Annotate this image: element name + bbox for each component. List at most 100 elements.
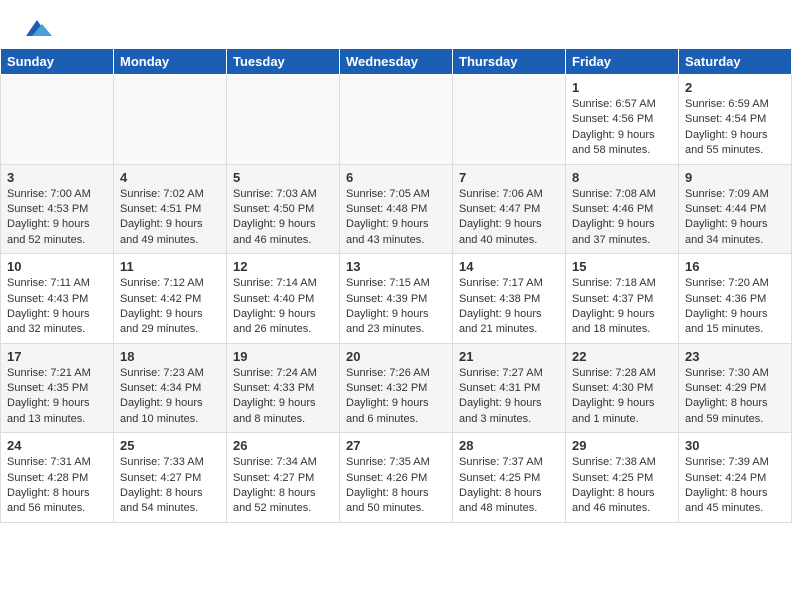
cell-week5-day0: 24Sunrise: 7:31 AM Sunset: 4:28 PM Dayli… [1, 433, 114, 523]
cell-week3-day6: 16 Sunrise: 7:20 AM Sunset: 4:36 PM Dayli… [679, 254, 792, 344]
cell-week5-day4: 28 Sunrise: 7:37 AM Sunset: 4:25 PM Dayli… [453, 433, 566, 523]
day-info: Sunrise: 7:05 AM Sunset: 4:48 PM Dayligh… [346, 188, 430, 246]
day-info: Sunrise: 7:35 AM Sunset: 4:26 PM Dayligh… [346, 456, 430, 514]
cell-week5-day6: 30 Sunrise: 7:39 AM Sunset: 4:24 PM Dayli… [679, 433, 792, 523]
day-number: 30 [685, 438, 785, 453]
day-info: Sunrise: 7:02 AM Sunset: 4:51 PM Dayligh… [120, 188, 204, 246]
day-number: 14 [459, 259, 559, 274]
day-number: 23 [685, 349, 785, 364]
week-row-3: 10 Sunrise: 7:11 AM Sunset: 4:43 PM Dayli… [1, 254, 792, 344]
cell-week3-day2: 12 Sunrise: 7:14 AM Sunset: 4:40 PM Dayli… [227, 254, 340, 344]
day-number: 27 [346, 438, 446, 453]
cell-week2-day0: 3 Sunrise: 7:00 AM Sunset: 4:53 PM Daylig… [1, 164, 114, 254]
day-info: Sunrise: 7:39 AM Sunset: 4:24 PM Dayligh… [685, 456, 769, 514]
header-sunday: Sunday [1, 49, 114, 75]
day-info: Sunrise: 7:09 AM Sunset: 4:44 PM Dayligh… [685, 188, 769, 246]
cell-week3-day4: 14 Sunrise: 7:17 AM Sunset: 4:38 PM Dayli… [453, 254, 566, 344]
day-info: Sunrise: 7:27 AM Sunset: 4:31 PM Dayligh… [459, 367, 543, 425]
day-info: Sunrise: 7:00 AM Sunset: 4:53 PM Dayligh… [7, 188, 91, 246]
day-info: Sunrise: 7:08 AM Sunset: 4:46 PM Dayligh… [572, 188, 656, 246]
calendar-header: SundayMondayTuesdayWednesdayThursdayFrid… [1, 49, 792, 75]
cell-week4-day1: 18 Sunrise: 7:23 AM Sunset: 4:34 PM Dayli… [114, 343, 227, 433]
day-info: Sunrise: 7:12 AM Sunset: 4:42 PM Dayligh… [120, 277, 204, 335]
cell-week1-day0 [1, 75, 114, 165]
day-info: Sunrise: 7:17 AM Sunset: 4:38 PM Dayligh… [459, 277, 543, 335]
day-number: 6 [346, 170, 446, 185]
cell-week1-day3 [340, 75, 453, 165]
day-info: Sunrise: 7:33 AM Sunset: 4:27 PM Dayligh… [120, 456, 204, 514]
day-info: Sunrise: 7:26 AM Sunset: 4:32 PM Dayligh… [346, 367, 430, 425]
day-info: Sunrise: 7:31 AM Sunset: 4:28 PM Dayligh… [7, 456, 91, 514]
day-number: 1 [572, 80, 672, 95]
logo [20, 16, 52, 40]
cell-week1-day5: 1Sunrise: 6:57 AM Sunset: 4:56 PM Daylig… [566, 75, 679, 165]
day-number: 26 [233, 438, 333, 453]
day-number: 17 [7, 349, 107, 364]
cell-week5-day3: 27 Sunrise: 7:35 AM Sunset: 4:26 PM Dayli… [340, 433, 453, 523]
cell-week4-day0: 17 Sunrise: 7:21 AM Sunset: 4:35 PM Dayli… [1, 343, 114, 433]
header-tuesday: Tuesday [227, 49, 340, 75]
cell-week5-day2: 26 Sunrise: 7:34 AM Sunset: 4:27 PM Dayli… [227, 433, 340, 523]
day-number: 28 [459, 438, 559, 453]
day-info: Sunrise: 7:03 AM Sunset: 4:50 PM Dayligh… [233, 188, 317, 246]
day-number: 12 [233, 259, 333, 274]
header-row: SundayMondayTuesdayWednesdayThursdayFrid… [1, 49, 792, 75]
cell-week5-day5: 29 Sunrise: 7:38 AM Sunset: 4:25 PM Dayli… [566, 433, 679, 523]
cell-week5-day1: 25 Sunrise: 7:33 AM Sunset: 4:27 PM Dayli… [114, 433, 227, 523]
day-number: 21 [459, 349, 559, 364]
day-number: 22 [572, 349, 672, 364]
day-info: Sunrise: 7:21 AM Sunset: 4:35 PM Dayligh… [7, 367, 91, 425]
day-info: Sunrise: 7:28 AM Sunset: 4:30 PM Dayligh… [572, 367, 656, 425]
week-row-1: 1Sunrise: 6:57 AM Sunset: 4:56 PM Daylig… [1, 75, 792, 165]
day-info: Sunrise: 7:15 AM Sunset: 4:39 PM Dayligh… [346, 277, 430, 335]
day-info: Sunrise: 7:30 AM Sunset: 4:29 PM Dayligh… [685, 367, 769, 425]
day-info: Sunrise: 7:34 AM Sunset: 4:27 PM Dayligh… [233, 456, 317, 514]
cell-week2-day6: 9 Sunrise: 7:09 AM Sunset: 4:44 PM Daylig… [679, 164, 792, 254]
cell-week2-day3: 6 Sunrise: 7:05 AM Sunset: 4:48 PM Daylig… [340, 164, 453, 254]
day-number: 19 [233, 349, 333, 364]
day-number: 9 [685, 170, 785, 185]
day-number: 3 [7, 170, 107, 185]
header-thursday: Thursday [453, 49, 566, 75]
day-number: 11 [120, 259, 220, 274]
day-number: 29 [572, 438, 672, 453]
day-number: 16 [685, 259, 785, 274]
day-info: Sunrise: 7:06 AM Sunset: 4:47 PM Dayligh… [459, 188, 543, 246]
cell-week2-day1: 4 Sunrise: 7:02 AM Sunset: 4:51 PM Daylig… [114, 164, 227, 254]
calendar-body: 1Sunrise: 6:57 AM Sunset: 4:56 PM Daylig… [1, 75, 792, 523]
day-number: 4 [120, 170, 220, 185]
cell-week2-day5: 8 Sunrise: 7:08 AM Sunset: 4:46 PM Daylig… [566, 164, 679, 254]
cell-week1-day2 [227, 75, 340, 165]
day-info: Sunrise: 7:23 AM Sunset: 4:34 PM Dayligh… [120, 367, 204, 425]
cell-week3-day0: 10 Sunrise: 7:11 AM Sunset: 4:43 PM Dayli… [1, 254, 114, 344]
cell-week1-day6: 2Sunrise: 6:59 AM Sunset: 4:54 PM Daylig… [679, 75, 792, 165]
cell-week4-day3: 20 Sunrise: 7:26 AM Sunset: 4:32 PM Dayli… [340, 343, 453, 433]
day-number: 15 [572, 259, 672, 274]
week-row-2: 3 Sunrise: 7:00 AM Sunset: 4:53 PM Daylig… [1, 164, 792, 254]
day-number: 10 [7, 259, 107, 274]
day-number: 25 [120, 438, 220, 453]
day-info: Sunrise: 7:24 AM Sunset: 4:33 PM Dayligh… [233, 367, 317, 425]
day-info: Sunrise: 7:14 AM Sunset: 4:40 PM Dayligh… [233, 277, 317, 335]
day-info: Sunrise: 7:38 AM Sunset: 4:25 PM Dayligh… [572, 456, 656, 514]
day-number: 20 [346, 349, 446, 364]
day-info: Sunrise: 7:20 AM Sunset: 4:36 PM Dayligh… [685, 277, 769, 335]
day-number: 13 [346, 259, 446, 274]
day-number: 7 [459, 170, 559, 185]
calendar-table: SundayMondayTuesdayWednesdayThursdayFrid… [0, 48, 792, 523]
cell-week4-day2: 19 Sunrise: 7:24 AM Sunset: 4:33 PM Dayli… [227, 343, 340, 433]
day-number: 8 [572, 170, 672, 185]
cell-week1-day1 [114, 75, 227, 165]
header-monday: Monday [114, 49, 227, 75]
day-number: 18 [120, 349, 220, 364]
day-info: Sunrise: 7:37 AM Sunset: 4:25 PM Dayligh… [459, 456, 543, 514]
cell-week3-day5: 15 Sunrise: 7:18 AM Sunset: 4:37 PM Dayli… [566, 254, 679, 344]
header-saturday: Saturday [679, 49, 792, 75]
week-row-5: 24Sunrise: 7:31 AM Sunset: 4:28 PM Dayli… [1, 433, 792, 523]
page-header [0, 0, 792, 48]
day-info: Sunrise: 7:11 AM Sunset: 4:43 PM Dayligh… [7, 277, 90, 335]
cell-week3-day3: 13 Sunrise: 7:15 AM Sunset: 4:39 PM Dayli… [340, 254, 453, 344]
day-number: 2 [685, 80, 785, 95]
day-info: Sunrise: 7:18 AM Sunset: 4:37 PM Dayligh… [572, 277, 656, 335]
day-number: 5 [233, 170, 333, 185]
